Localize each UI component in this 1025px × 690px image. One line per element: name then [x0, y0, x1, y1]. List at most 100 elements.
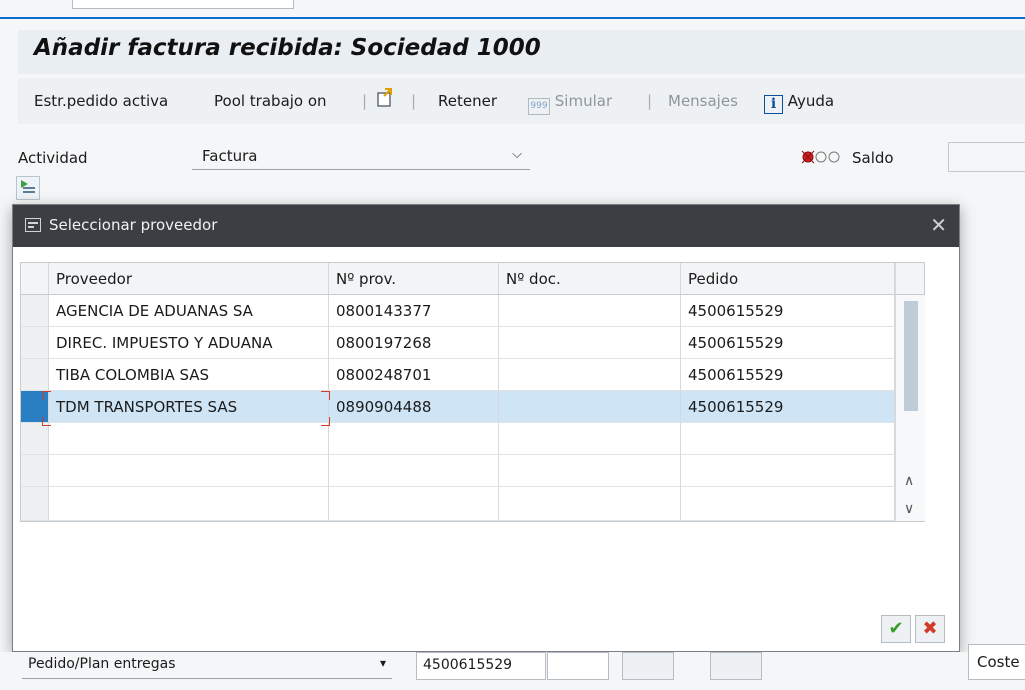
table-row-empty[interactable] — [21, 423, 924, 455]
cell-empty — [681, 455, 895, 487]
pool-trabajo-button[interactable]: Pool trabajo on — [214, 92, 327, 110]
focus-corner — [42, 391, 51, 400]
cell-proveedor: DIREC. IMPUESTO Y ADUANA — [49, 327, 329, 359]
ayuda-button[interactable]: i Ayuda — [764, 92, 834, 114]
cell-empty — [329, 487, 499, 521]
cell-empty — [49, 423, 329, 455]
cell-empty — [681, 487, 895, 521]
cell-empty — [49, 455, 329, 487]
close-icon[interactable]: ✕ — [930, 213, 947, 237]
table-row-empty[interactable] — [21, 487, 924, 521]
table-row[interactable]: AGENCIA DE ADUANAS SA 0800143377 4500615… — [21, 295, 924, 327]
row-selector[interactable] — [21, 295, 49, 327]
dialog-title: Seleccionar proveedor — [49, 216, 218, 234]
checkmark-icon: ✔ — [888, 618, 904, 639]
focus-corner — [321, 417, 330, 426]
row-selector[interactable] — [21, 423, 49, 455]
simulate-icon: 999 — [528, 98, 550, 115]
confirm-button[interactable]: ✔ — [881, 615, 911, 643]
purchase-order-value: 4500615529 — [423, 657, 513, 673]
cell-empty — [49, 487, 329, 521]
row-selector[interactable] — [21, 359, 49, 391]
cell-nprov: 0800197268 — [329, 327, 499, 359]
application-toolbar: Estr.pedido activa Pool trabajo on | | R… — [18, 78, 1025, 124]
dialog-header: Seleccionar proveedor ✕ — [13, 205, 959, 247]
cell-pedido: 4500615529 — [681, 295, 895, 327]
cell-empty — [681, 423, 895, 455]
cell-pedido: 4500615529 — [681, 359, 895, 391]
scrollbar-thumb[interactable] — [904, 301, 918, 411]
table-row[interactable]: TIBA COLOMBIA SAS 0800248701 4500615529 — [21, 359, 924, 391]
column-header-nprov[interactable]: Nº prov. — [329, 263, 499, 295]
chevron-up-icon[interactable]: ∧ — [904, 473, 914, 489]
cell-ndoc — [499, 359, 681, 391]
select-all-cell[interactable] — [21, 263, 49, 295]
accent-line — [0, 17, 1025, 19]
focus-corner — [321, 391, 330, 400]
cell-proveedor: TIBA COLOMBIA SAS — [49, 359, 329, 391]
actividad-select[interactable]: Factura ⌵ — [192, 143, 530, 170]
table-row-selected[interactable]: TDM TRANSPORTES SAS 0890904488 450061552… — [21, 391, 924, 423]
retener-button[interactable]: Retener — [438, 92, 497, 110]
cell-empty — [499, 423, 681, 455]
focus-corner — [42, 417, 51, 426]
actividad-label: Actividad — [18, 149, 88, 167]
chevron-down-icon[interactable]: ∨ — [904, 501, 914, 517]
toolbar-separator: | — [362, 92, 368, 110]
cell-nprov: 0800248701 — [329, 359, 499, 391]
title-bar: Añadir factura recibida: Sociedad 1000 — [18, 30, 1025, 74]
bottom-reference-bar: Pedido/Plan entregas ▾ 4500615529 Coste — [0, 644, 1025, 690]
cell-ndoc — [499, 327, 681, 359]
cell-proveedor: AGENCIA DE ADUANAS SA — [49, 295, 329, 327]
table-header-row: Proveedor Nº prov. Nº doc. Pedido — [21, 263, 924, 295]
simular-label: Simular — [554, 92, 613, 110]
page-title: Añadir factura recibida: Sociedad 1000 — [34, 35, 541, 61]
saldo-label: Saldo — [852, 149, 894, 167]
vendor-table: Proveedor Nº prov. Nº doc. Pedido AGENCI… — [20, 262, 925, 522]
cell-proveedor: TDM TRANSPORTES SAS — [49, 391, 329, 423]
item-field[interactable] — [547, 652, 609, 680]
table-settings-corner[interactable] — [895, 263, 924, 295]
toolbar-separator: | — [411, 92, 417, 110]
dialog-window-icon — [25, 218, 41, 232]
mensajes-button[interactable]: Mensajes — [668, 92, 738, 110]
cell-empty — [329, 455, 499, 487]
document-tree-icon[interactable] — [16, 176, 40, 200]
reference-type-select[interactable]: Pedido/Plan entregas ▾ — [22, 652, 392, 679]
coste-field[interactable]: Coste — [968, 644, 1025, 680]
top-command-field[interactable] — [72, 0, 294, 9]
details-button[interactable] — [622, 652, 674, 680]
purchase-order-field[interactable]: 4500615529 — [416, 652, 546, 680]
cancel-button[interactable]: ✖ — [915, 615, 945, 643]
row-selector[interactable] — [21, 487, 49, 521]
info-icon: i — [764, 95, 783, 114]
saldo-field[interactable] — [948, 142, 1025, 172]
options-button[interactable] — [710, 652, 762, 680]
chevron-down-icon: ▾ — [379, 656, 386, 670]
coste-value: Coste — [977, 653, 1020, 671]
column-header-ndoc[interactable]: Nº doc. — [499, 263, 681, 295]
cell-empty — [499, 455, 681, 487]
row-selector[interactable] — [21, 455, 49, 487]
column-header-pedido[interactable]: Pedido — [681, 263, 895, 295]
top-strip — [0, 0, 1025, 18]
cell-ndoc — [499, 295, 681, 327]
chevron-down-icon: ⌵ — [512, 147, 522, 162]
row-selector[interactable] — [21, 327, 49, 359]
cell-nprov: 0800143377 — [329, 295, 499, 327]
column-header-proveedor[interactable]: Proveedor — [49, 263, 329, 295]
table-row[interactable]: DIREC. IMPUESTO Y ADUANA 0800197268 4500… — [21, 327, 924, 359]
cell-pedido: 4500615529 — [681, 327, 895, 359]
reference-type-value: Pedido/Plan entregas — [28, 656, 176, 672]
cell-empty — [499, 487, 681, 521]
vertical-scrollbar[interactable]: ∧ ∨ — [895, 295, 925, 521]
cell-nprov: 0890904488 — [329, 391, 499, 423]
cell-empty — [329, 423, 499, 455]
estr-pedido-button[interactable]: Estr.pedido activa — [34, 92, 168, 110]
traffic-light-icon — [801, 149, 847, 168]
new-document-icon[interactable] — [376, 88, 394, 112]
table-row-empty[interactable] — [21, 455, 924, 487]
cancel-x-icon: ✖ — [922, 618, 938, 639]
select-vendor-dialog: Seleccionar proveedor ✕ Proveedor Nº pro… — [12, 204, 960, 652]
simular-button[interactable]: 999 Simular — [528, 92, 612, 115]
